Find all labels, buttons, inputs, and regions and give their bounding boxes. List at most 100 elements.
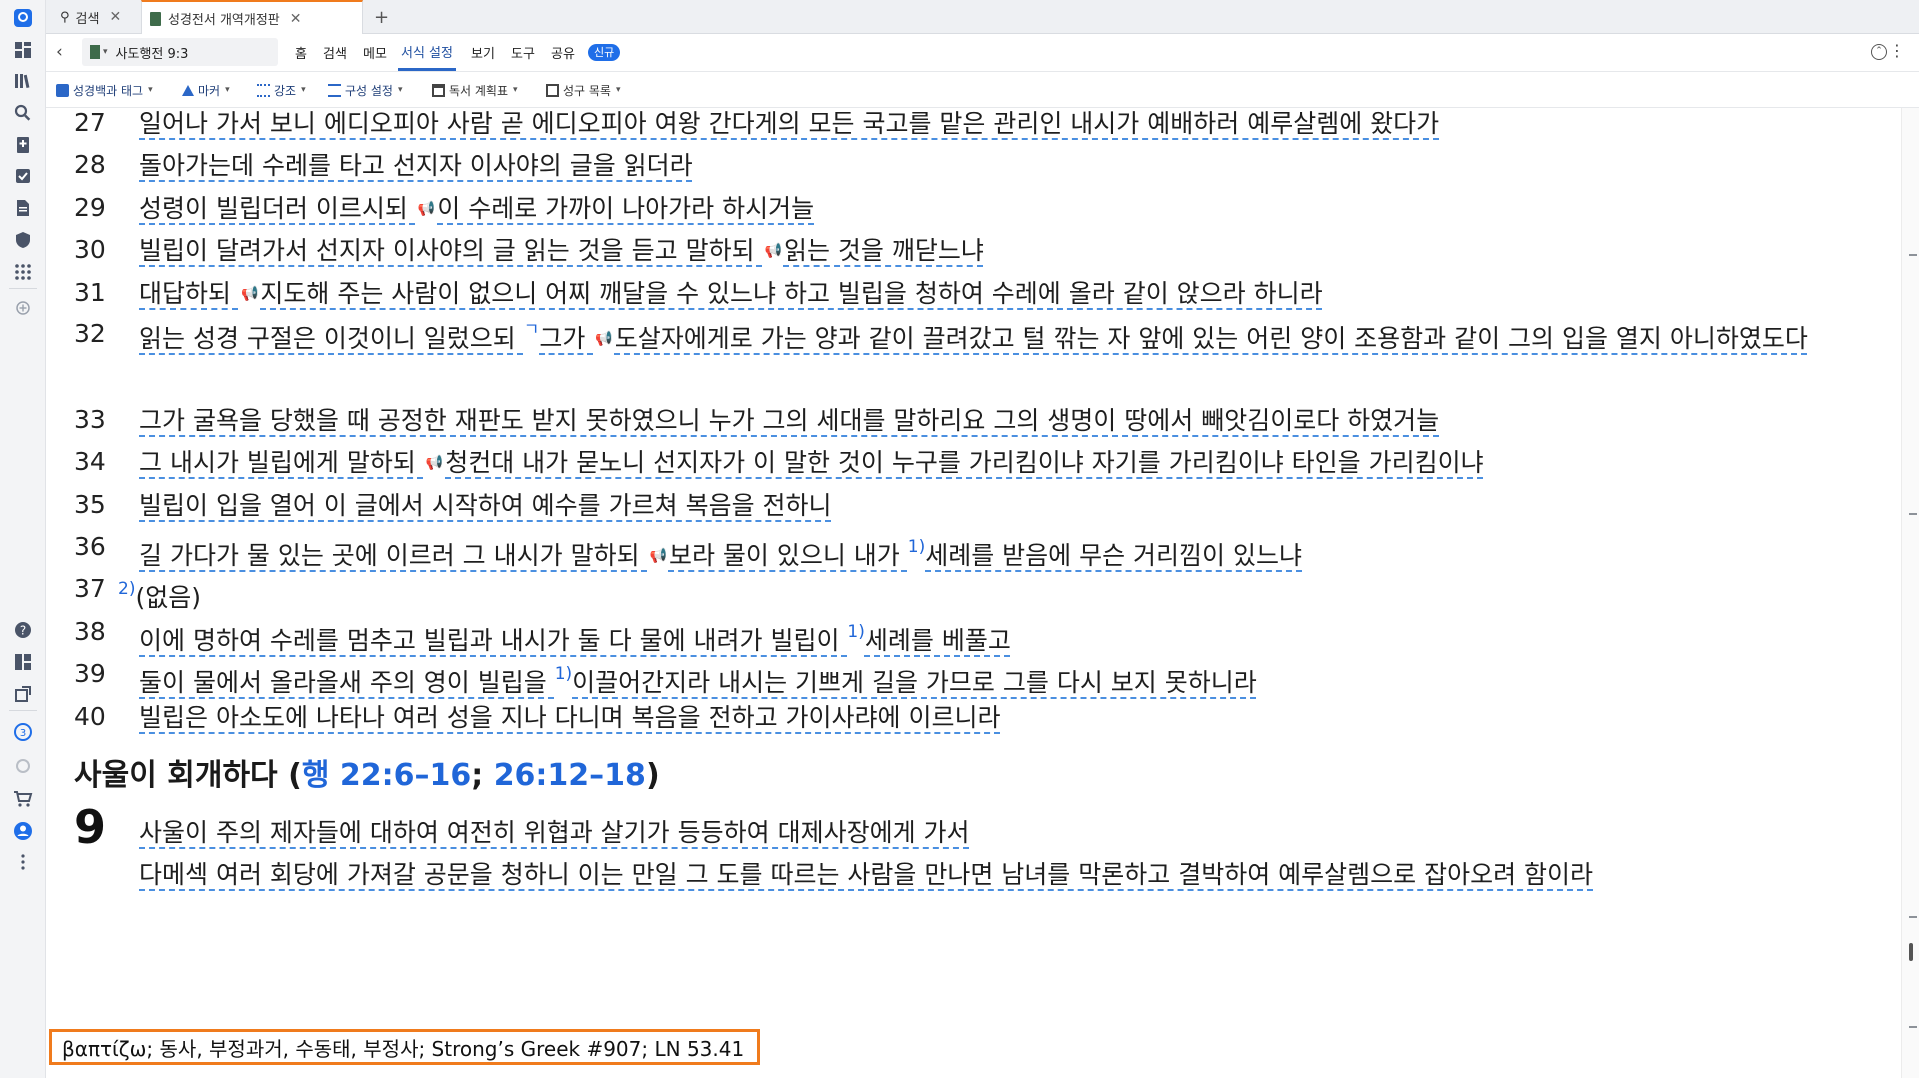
scrollbar-thumb[interactable] <box>1909 943 1913 961</box>
back-icon[interactable]: ‹ <box>56 42 63 62</box>
verse-text[interactable]: 대답하되 <box>139 279 239 308</box>
verse-number: 36 <box>74 532 106 561</box>
emphasis-button[interactable]: 강조 ▾ <box>257 80 306 100</box>
verse-number: 38 <box>74 617 106 646</box>
heading-close: ) <box>645 758 660 793</box>
verse-list-button[interactable]: 성구 목록 ▾ <box>546 80 621 100</box>
checklist-icon[interactable] <box>11 164 35 188</box>
calendar-icon <box>432 83 445 97</box>
menu-share[interactable]: 공유 <box>551 34 575 71</box>
layout-settings-button[interactable]: 구성 설정 ▾ <box>328 80 403 100</box>
section-heading: 사울이 회개하다 (행 22:6–16; 26:12–18) <box>74 750 660 794</box>
svg-text:?: ? <box>20 624 26 638</box>
menu-notes[interactable]: 메모 <box>363 34 387 71</box>
format-subtoolbar: 성경백과 태그 ▾ 마커 ▾ 강조 ▾ 구성 설정 ▾ 독서 계획표 ▾ 성구 목록 ▾ <box>46 72 1919 108</box>
new-tab-button[interactable]: + <box>366 0 397 34</box>
verse-text[interactable]: 그가 <box>539 324 593 353</box>
word-info-status: βαπτίζω; 동사, 부정과거, 수동태, 부정사; Strong’s Gr… <box>49 1029 760 1065</box>
tag-button[interactable]: 성경백과 태그 ▾ <box>56 80 153 100</box>
close-icon[interactable]: ✕ <box>109 9 121 25</box>
verse-number: 32 <box>74 319 106 348</box>
quote-mark: ㄱ <box>523 320 540 340</box>
new-badge[interactable]: 신규 <box>588 44 621 61</box>
verse-text[interactable]: 빌립이 달려가서 선지자 이사야의 글 읽는 것을 듣고 말하되 <box>139 236 763 265</box>
tab-label: 검색 <box>75 11 100 27</box>
word-info-text: βαπτίζω; 동사, 부정과거, 수동태, 부정사; Strong’s Gr… <box>62 1036 745 1061</box>
checkbox-icon <box>56 83 69 97</box>
more-vertical-icon[interactable]: ⋮ <box>1889 41 1905 60</box>
chevron-down-icon[interactable]: ▾ <box>103 47 108 57</box>
toolbar: ‹ ▾ 사도행전 9:3 홈 검색 메모 서식 설정 보기 도구 공유 신규 ⌃… <box>46 34 1919 72</box>
emphasis-label: 강조 <box>274 83 297 98</box>
document-icon[interactable] <box>11 196 35 220</box>
verse-number: 29 <box>74 193 106 222</box>
reading-plan-button[interactable]: 독서 계획표 ▾ <box>432 80 518 100</box>
cross-reference-link[interactable]: 26:12–18 <box>494 758 646 793</box>
help-icon[interactable]: ? <box>11 618 35 642</box>
verse-number: 27 <box>74 108 106 137</box>
tab-bible[interactable]: 성경전서 개역개정판 ✕ <box>141 0 363 35</box>
verse-number: 30 <box>74 235 106 264</box>
library-icon[interactable] <box>11 69 35 93</box>
verse-number: 35 <box>74 490 106 519</box>
menu-format[interactable]: 서식 설정 <box>398 34 456 71</box>
footnote-marker[interactable]: 1) <box>555 664 572 684</box>
dashboard-icon[interactable] <box>11 38 35 62</box>
verse-text[interactable]: 읽는 것을 깨닫느냐 <box>784 236 984 265</box>
reference-text: 사도행전 9:3 <box>115 46 189 62</box>
emphasis-icon <box>257 83 270 97</box>
marker-icon <box>182 84 194 96</box>
list-icon <box>328 83 341 97</box>
search-icon[interactable] <box>11 101 35 125</box>
app-logo-icon[interactable] <box>11 6 35 30</box>
verse-number: 40 <box>74 702 106 731</box>
verse-text[interactable]: 청컨대 내가 묻노니 선지자가 이 말한 것이 누구를 가리킴이냐 자기를 가리… <box>445 448 1483 477</box>
verse-number: 31 <box>74 278 106 307</box>
verse-text[interactable]: 그 내시가 빌립에게 말하되 <box>139 448 424 477</box>
tab-label: 성경전서 개역개정판 <box>168 13 280 28</box>
book-icon <box>150 11 161 26</box>
footnote-marker[interactable]: 1) <box>847 622 864 642</box>
verse-text[interactable]: 지도해 주는 사람이 없으니 어찌 깨달을 수 있느냐 하고 빌립을 청하여 수… <box>260 279 1322 308</box>
verse-text[interactable]: 성령이 빌립더러 이르시되 <box>139 194 416 223</box>
verse-text[interactable]: 읽는 성경 구절은 이것이니 일렀으되 <box>139 324 524 353</box>
shield-icon[interactable] <box>11 228 35 252</box>
verse-text[interactable]: 다메섹 여러 회당에 가져갈 공문을 청하니 이는 만일 그 도를 따르는 사람… <box>139 849 1879 900</box>
left-rail: ? 3 <box>0 0 46 1078</box>
speaker-icon: 📢 <box>595 331 613 347</box>
marker-button[interactable]: 마커 ▾ <box>182 80 230 100</box>
notification-count-icon[interactable]: 3 <box>11 720 35 744</box>
menu-tools[interactable]: 도구 <box>511 34 535 71</box>
svg-text:3: 3 <box>20 728 26 739</box>
menu-search[interactable]: 검색 <box>323 34 347 71</box>
verse-text[interactable]: 이 수레로 가까이 나아가라 하시거늘 <box>437 194 814 223</box>
layout-icon[interactable] <box>11 650 35 674</box>
vertical-scrollbar[interactable] <box>1901 108 1919 1078</box>
more-vertical-icon[interactable] <box>11 850 35 874</box>
heading-title: 사울이 회개하다 ( <box>74 758 302 793</box>
apps-grid-icon[interactable] <box>11 260 35 284</box>
bookmark-add-icon[interactable] <box>11 133 35 157</box>
menu-home[interactable]: 홈 <box>295 34 307 71</box>
verse-text[interactable]: 빌립은 아소도에 나타나 여러 성을 지나 다니며 복음을 전하고 가이사랴에 … <box>139 692 1879 743</box>
cross-reference-link[interactable]: 행 22:6–16 <box>302 758 471 793</box>
chevron-down-icon: ▾ <box>397 85 403 95</box>
account-icon[interactable] <box>11 819 35 843</box>
sync-icon[interactable] <box>11 754 35 778</box>
reference-box[interactable]: ▾ 사도행전 9:3 <box>82 38 278 66</box>
tab-search[interactable]: ⚲ 검색 ✕ <box>52 0 129 34</box>
footnote-marker[interactable]: 2) <box>118 579 135 599</box>
external-link-icon[interactable] <box>11 682 35 706</box>
footnote-marker[interactable]: 1) <box>908 537 925 557</box>
chevron-down-icon: ▾ <box>148 85 153 95</box>
close-icon[interactable]: ✕ <box>290 11 302 27</box>
collapse-up-icon[interactable]: ⌃ <box>1871 44 1887 60</box>
cart-icon[interactable] <box>11 787 35 811</box>
menu-view[interactable]: 보기 <box>471 34 495 71</box>
add-panel-icon[interactable] <box>11 296 35 320</box>
verse-list-icon <box>546 83 559 97</box>
bible-text-content: 27 일어나 가서 보니 에디오피아 사람 곧 에디오피아 여왕 간다게의 모든… <box>46 108 1901 1078</box>
verse-text[interactable]: 도살자에게로 가는 양과 같이 끌려갔고 털 깎는 자 앞에 있는 어린 양이 … <box>615 324 1808 353</box>
verse-number: 39 <box>74 659 106 688</box>
book-icon <box>90 45 100 59</box>
